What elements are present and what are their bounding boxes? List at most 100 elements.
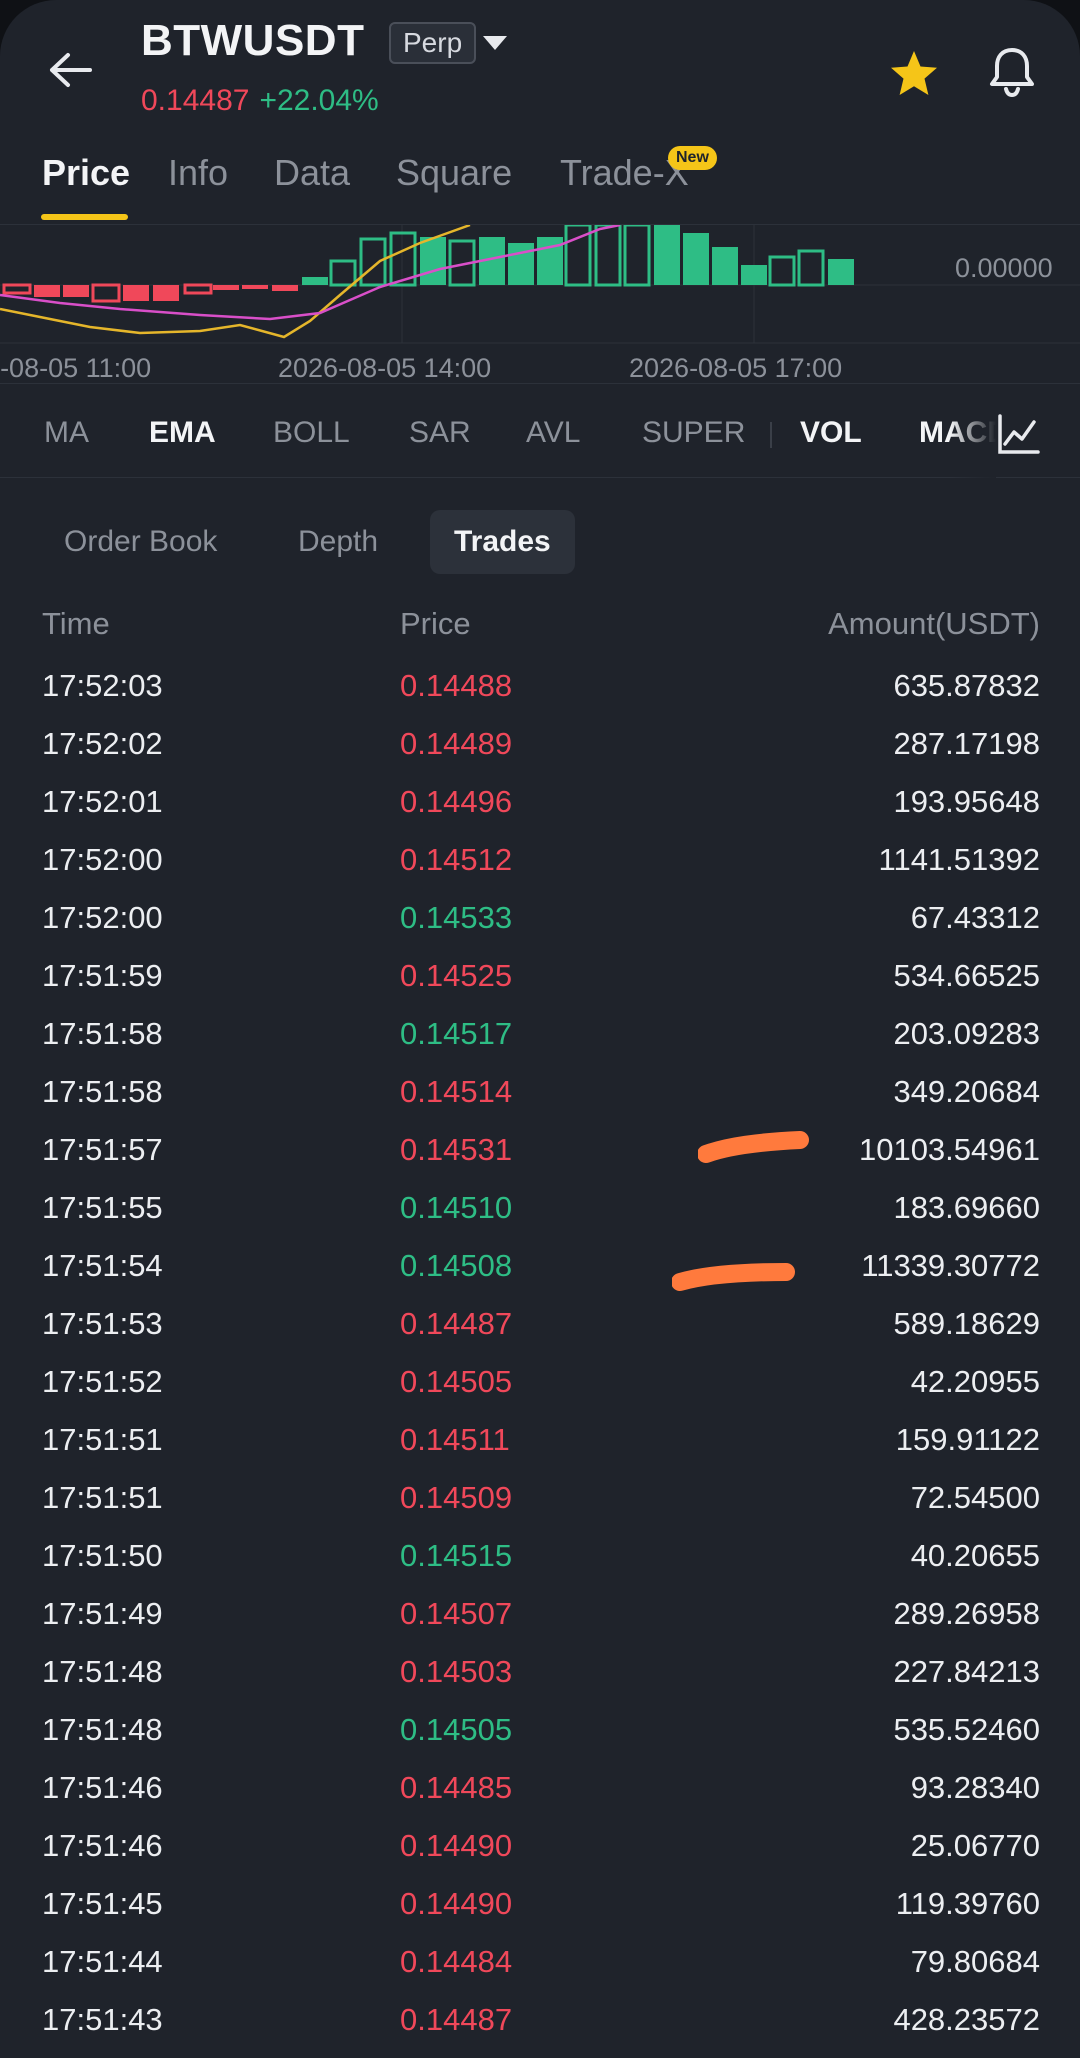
tab-square[interactable]: Square [396, 152, 512, 194]
caret-down-icon [483, 36, 507, 50]
alerts-button[interactable] [984, 44, 1040, 100]
scroll-fade [950, 386, 996, 478]
table-row: 17:51:50 0.14515 40.20655 [0, 1530, 1080, 1588]
trade-price: 0.14507 [400, 1596, 513, 1631]
indicator-boll[interactable]: BOLL [273, 416, 350, 450]
trade-time: 17:52:00 [42, 842, 163, 877]
subtab-depth[interactable]: Depth [274, 510, 402, 574]
indicator-settings-button[interactable] [996, 412, 1040, 456]
volume-readout: 0.00000 [955, 253, 1053, 283]
table-row: 17:52:02 0.14489 287.17198 [0, 718, 1080, 776]
trade-time: 17:51:57 [42, 1132, 163, 1167]
main-tabs: Price Info Data Square Trade-X New [0, 142, 1080, 224]
x-tick-label: 2026-08-05 11:00 [0, 353, 152, 383]
trade-price: 0.14512 [400, 842, 513, 877]
indicator-ema[interactable]: EMA [149, 416, 216, 450]
trade-time: 17:51:51 [42, 1422, 163, 1457]
header-price: Price [400, 606, 471, 641]
trade-price: 0.14487 [400, 2002, 513, 2037]
change-percent: +22.04% [259, 84, 379, 117]
active-tab-indicator [41, 214, 128, 220]
table-row: 17:51:43 0.14487 428.23572 [0, 1994, 1080, 2052]
trade-time: 17:51:46 [42, 1770, 163, 1805]
x-tick-label: 2026-08-05 17:00 [629, 353, 843, 383]
trade-time: 17:51:50 [42, 1538, 163, 1573]
trade-time: 17:51:45 [42, 1886, 163, 1921]
volume-chart-svg [0, 225, 1080, 344]
header: BTWUSDT Perp 0.14487 +22.04% [0, 0, 1080, 140]
last-price: 0.14487 [141, 84, 250, 117]
x-tick-label: 2026-08-05 14:00 [278, 353, 492, 383]
bell-icon [990, 48, 1034, 98]
trade-amount: 67.43312 [910, 900, 1040, 935]
trade-price: 0.14485 [400, 1770, 513, 1805]
trade-price: 0.14484 [400, 1944, 513, 1979]
table-row: 17:51:45 0.14490 119.39760 [0, 1878, 1080, 1936]
trade-time: 17:51:51 [42, 1480, 163, 1515]
trade-amount: 1141.51392 [878, 842, 1040, 877]
trade-time: 17:52:02 [42, 726, 163, 761]
subtab-order-book[interactable]: Order Book [40, 510, 241, 574]
market-subtabs: Order Book Depth Trades [0, 478, 1080, 588]
trade-price: 0.14533 [400, 900, 513, 935]
trade-price: 0.14488 [400, 668, 513, 703]
trade-time: 17:52:03 [42, 668, 163, 703]
trade-time: 17:51:44 [42, 1944, 163, 1979]
trade-price: 0.14503 [400, 1654, 513, 1689]
trade-price: 0.14514 [400, 1074, 513, 1109]
trade-price: 0.14511 [400, 1422, 510, 1457]
trade-time: 17:51:58 [42, 1074, 163, 1109]
table-row: 17:51:58 0.14517 203.09283 [0, 1008, 1080, 1066]
table-row: 17:51:46 0.14485 93.28340 [0, 1762, 1080, 1820]
table-row: 17:52:01 0.14496 193.95648 [0, 776, 1080, 834]
trade-price: 0.14508 [400, 1248, 513, 1283]
trade-amount: 227.84213 [893, 1654, 1040, 1689]
indicator-vol[interactable]: VOL [800, 416, 862, 450]
table-row: 17:51:57 0.14531 10103.54961 [0, 1124, 1080, 1182]
trade-price: 0.14487 [400, 1306, 513, 1341]
indicator-super[interactable]: SUPER [642, 416, 745, 450]
table-row: 17:51:55 0.14510 183.69660 [0, 1182, 1080, 1240]
trade-time: 17:51:55 [42, 1190, 163, 1225]
trading-screen: BTWUSDT Perp 0.14487 +22.04% Price Info D… [0, 0, 1080, 2058]
price-chart[interactable]: 0.00000 2026-08-05 11:00 2026-08-05 14:0… [0, 224, 1080, 384]
trade-time: 17:51:52 [42, 1364, 163, 1399]
trade-price: 0.14510 [400, 1190, 513, 1225]
table-row: 17:52:03 0.14488 635.87832 [0, 660, 1080, 718]
trade-price: 0.14505 [400, 1364, 513, 1399]
trade-amount: 10103.54961 [858, 1132, 1040, 1167]
trade-price: 0.14496 [400, 784, 513, 819]
trade-amount: 119.39760 [895, 1886, 1040, 1921]
table-row: 17:51:52 0.14505 42.20955 [0, 1356, 1080, 1414]
trade-amount: 289.26958 [893, 1596, 1040, 1631]
arrow-left-icon [50, 53, 92, 87]
price-summary: 0.14487 +22.04% [141, 84, 379, 118]
indicator-sar[interactable]: SAR [409, 416, 471, 450]
favorite-button[interactable] [888, 48, 940, 100]
trade-price: 0.14515 [400, 1538, 513, 1573]
table-row: 17:51:49 0.14507 289.26958 [0, 1588, 1080, 1646]
indicator-ma[interactable]: MA [44, 416, 89, 450]
table-row: 17:51:51 0.14511 159.91122 [0, 1414, 1080, 1472]
trade-time: 17:51:49 [42, 1596, 163, 1631]
trade-time: 17:51:58 [42, 1016, 163, 1051]
back-button[interactable] [40, 40, 100, 100]
table-row: 17:51:53 0.14487 589.18629 [0, 1298, 1080, 1356]
tab-info[interactable]: Info [168, 152, 228, 194]
header-amount: Amount(USDT) [828, 606, 1040, 641]
tab-price[interactable]: Price [42, 152, 130, 194]
indicator-avl[interactable]: AVL [526, 416, 580, 450]
tab-data[interactable]: Data [274, 152, 350, 194]
annotation-stroke [698, 1131, 809, 1163]
symbol-dropdown[interactable] [480, 30, 510, 56]
trade-price: 0.14531 [400, 1132, 513, 1167]
table-row: 17:51:48 0.14505 535.52460 [0, 1704, 1080, 1762]
symbol-title[interactable]: BTWUSDT [141, 16, 364, 66]
trade-price: 0.14505 [400, 1712, 513, 1747]
trade-amount: 635.87832 [893, 668, 1040, 703]
volume-bars-up [302, 225, 854, 287]
trade-time: 17:51:48 [42, 1712, 163, 1747]
trade-amount: 159.91122 [895, 1422, 1040, 1457]
trade-time: 17:51:54 [42, 1248, 163, 1283]
subtab-trades[interactable]: Trades [430, 510, 575, 574]
